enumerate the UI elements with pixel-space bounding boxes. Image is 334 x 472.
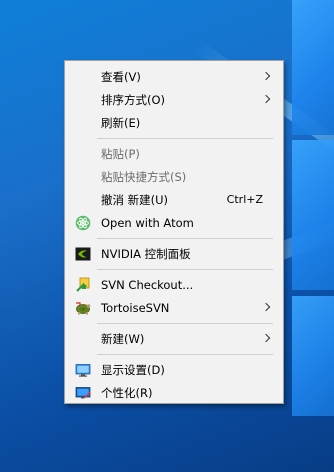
menu-item-new[interactable]: 新建(W) bbox=[65, 328, 283, 350]
menu-separator bbox=[97, 323, 273, 324]
menu-item-svn-checkout[interactable]: SVN Checkout... bbox=[65, 274, 283, 296]
menu-item-nvidia-control-panel[interactable]: NVIDIA 控制面板 bbox=[65, 243, 283, 265]
menu-item-paste-shortcut: 粘贴快捷方式(S) bbox=[65, 166, 283, 188]
svn-checkout-icon bbox=[76, 277, 90, 292]
menu-item-label: Open with Atom bbox=[101, 216, 194, 230]
menu-item-label: 粘贴(P) bbox=[101, 147, 140, 161]
menu-item-display-settings[interactable]: 显示设置(D) bbox=[65, 359, 283, 381]
menu-item-label: 新建(W) bbox=[101, 332, 145, 346]
nvidia-icon bbox=[75, 247, 91, 261]
menu-item-undo-new[interactable]: 撤消 新建(U) Ctrl+Z bbox=[65, 189, 283, 211]
menu-item-label: 排序方式(O) bbox=[101, 93, 166, 107]
window-pane bbox=[292, 140, 334, 290]
menu-separator bbox=[97, 354, 273, 355]
menu-item-label: 撤消 新建(U) bbox=[101, 193, 169, 207]
menu-item-label: 个性化(R) bbox=[101, 386, 153, 400]
menu-separator bbox=[97, 269, 273, 270]
chevron-right-icon bbox=[261, 94, 271, 104]
menu-item-label: 显示设置(D) bbox=[101, 363, 165, 377]
menu-item-paste: 粘贴(P) bbox=[65, 143, 283, 165]
menu-item-tortoisesvn[interactable]: TortoiseSVN bbox=[65, 297, 283, 319]
display-settings-icon bbox=[75, 364, 91, 377]
menu-item-label: TortoiseSVN bbox=[101, 301, 170, 315]
menu-item-label: 查看(V) bbox=[101, 70, 141, 84]
menu-separator bbox=[97, 138, 273, 139]
menu-item-personalize[interactable]: 个性化(R) bbox=[65, 382, 283, 404]
personalize-icon bbox=[75, 387, 91, 399]
window-pane bbox=[292, 0, 334, 135]
window-pane bbox=[292, 296, 334, 416]
menu-item-view[interactable]: 查看(V) bbox=[65, 66, 283, 88]
desktop-context-menu: 查看(V) 排序方式(O) 刷新(E) 粘贴(P) 粘贴快捷方式(S) 撤消 新… bbox=[64, 60, 284, 404]
menu-item-sort-by[interactable]: 排序方式(O) bbox=[65, 89, 283, 111]
menu-separator bbox=[97, 238, 273, 239]
menu-item-shortcut: Ctrl+Z bbox=[226, 193, 263, 206]
menu-item-label: 刷新(E) bbox=[101, 116, 141, 130]
tortoisesvn-icon bbox=[76, 302, 91, 315]
chevron-right-icon bbox=[261, 302, 271, 312]
menu-item-label: NVIDIA 控制面板 bbox=[101, 247, 191, 261]
menu-item-open-with-atom[interactable]: Open with Atom bbox=[65, 212, 283, 234]
atom-icon bbox=[75, 215, 91, 231]
chevron-right-icon bbox=[261, 71, 271, 81]
chevron-right-icon bbox=[261, 333, 271, 343]
menu-item-label: SVN Checkout... bbox=[101, 278, 194, 292]
menu-item-refresh[interactable]: 刷新(E) bbox=[65, 112, 283, 134]
menu-item-label: 粘贴快捷方式(S) bbox=[101, 170, 187, 184]
